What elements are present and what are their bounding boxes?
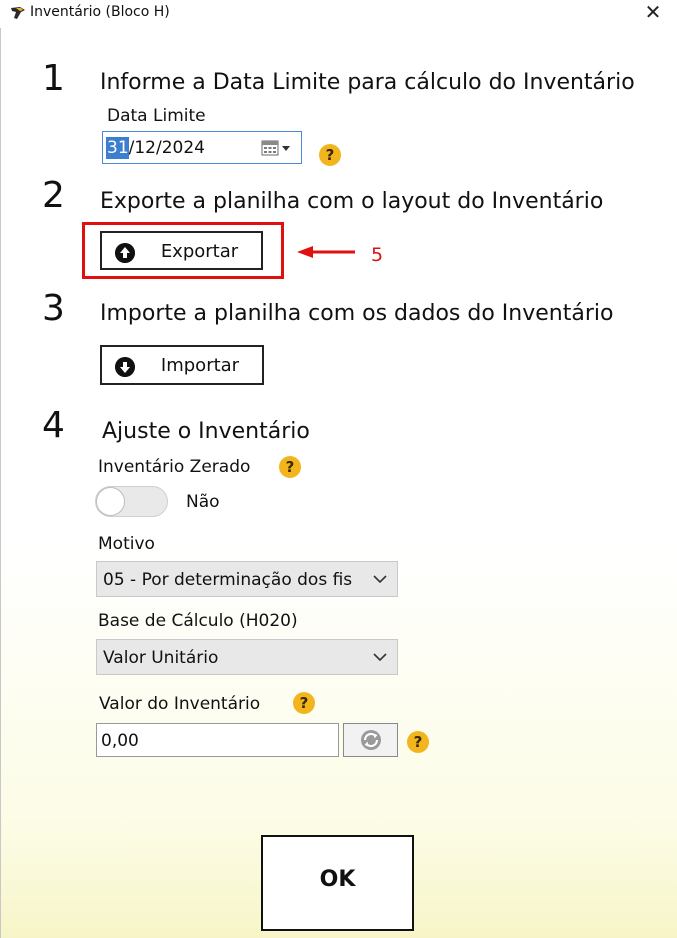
step-2-text: Exporte a planilha com o layout do Inven… [100, 189, 604, 214]
window-title: Inventário (Bloco H) [30, 4, 170, 20]
step-4-number: 4 [42, 405, 65, 446]
chevron-down-icon [373, 575, 387, 584]
export-button-label: Exportar [160, 241, 239, 262]
base-calculo-select[interactable]: Valor Unitário [96, 639, 398, 675]
export-button[interactable]: Exportar [100, 231, 263, 270]
help-icon[interactable]: ? [293, 692, 315, 714]
step-1-text: Informe a Data Limite para cálculo do In… [100, 70, 635, 95]
window-border [0, 28, 1, 938]
step-4-text: Ajuste o Inventário [102, 419, 310, 444]
import-button[interactable]: Importar [100, 345, 264, 385]
inventario-zerado-label: Inventário Zerado [98, 457, 251, 477]
app-icon [11, 7, 25, 19]
refresh-icon [361, 730, 381, 750]
help-icon[interactable]: ? [279, 456, 301, 478]
step-3-number: 3 [42, 288, 65, 329]
motivo-label: Motivo [98, 534, 155, 554]
inventario-zerado-toggle[interactable] [95, 486, 168, 517]
toggle-state-label: Não [186, 492, 220, 512]
calendar-dropdown-icon[interactable] [261, 139, 293, 157]
valor-inventario-input[interactable]: 0,00 [96, 723, 339, 757]
date-limit-input[interactable]: 31/12/2024 [102, 131, 302, 164]
step-3-text: Importe a planilha com os dados do Inven… [100, 301, 614, 326]
recalculate-button[interactable] [343, 723, 398, 757]
motivo-value: 05 - Por determinação dos fis [103, 570, 353, 590]
date-limit-label: Data Limite [107, 106, 206, 126]
help-icon[interactable]: ? [319, 144, 341, 166]
help-icon[interactable]: ? [407, 731, 429, 753]
annotation-number: 5 [371, 244, 384, 266]
annotation-arrow-icon [297, 246, 355, 258]
motivo-select[interactable]: 05 - Por determinação dos fis [96, 561, 398, 597]
base-calculo-value: Valor Unitário [103, 648, 219, 668]
close-icon[interactable]: ✕ [641, 0, 665, 26]
valor-inventario-value: 0,00 [101, 731, 139, 751]
base-calculo-label: Base de Cálculo (H020) [98, 611, 298, 631]
date-value: 31/12/2024 [107, 138, 205, 158]
ok-button-label: OK [319, 867, 356, 892]
step-1-number: 1 [42, 58, 65, 99]
date-selected-part: 31 [107, 138, 129, 158]
chevron-down-icon [373, 653, 387, 662]
import-button-label: Importar [160, 355, 240, 376]
date-rest-part: /12/2024 [128, 138, 205, 158]
valor-inventario-label: Valor do Inventário [99, 694, 261, 714]
toggle-knob [96, 487, 125, 516]
step-2-number: 2 [42, 175, 65, 216]
ok-button[interactable]: OK [261, 835, 414, 931]
